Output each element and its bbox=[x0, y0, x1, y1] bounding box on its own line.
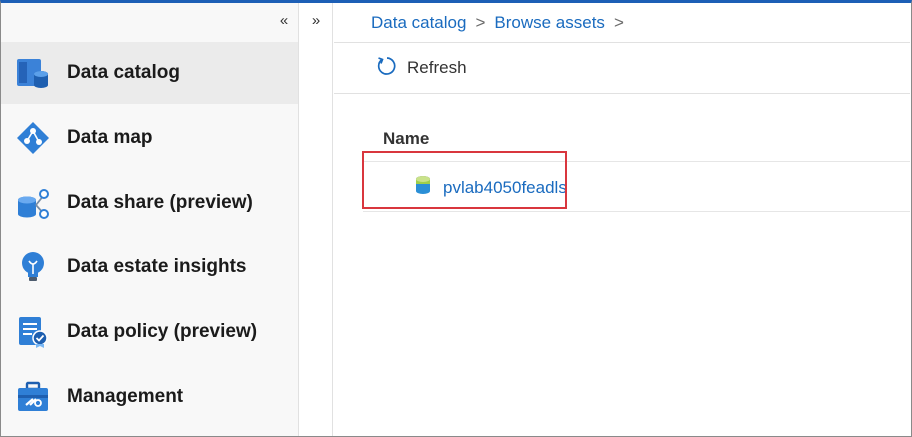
sidebar-item-label: Data estate insights bbox=[67, 256, 247, 277]
breadcrumb-separator: > bbox=[475, 12, 486, 32]
sidebar-item-label: Data map bbox=[67, 127, 153, 148]
asset-name: pvlab4050feadls bbox=[443, 177, 567, 197]
refresh-label: Refresh bbox=[407, 58, 467, 77]
sidebar-item-label: Data policy (preview) bbox=[67, 321, 258, 342]
asset-link[interactable]: pvlab4050feadls bbox=[415, 175, 567, 200]
data-map-icon bbox=[16, 121, 50, 155]
breadcrumb: Data catalog > Browse assets > bbox=[334, 3, 910, 43]
sidebar-item-data-catalog[interactable]: Data catalog bbox=[1, 42, 298, 104]
collapsed-panel-strip: » bbox=[298, 3, 333, 436]
name-column-header[interactable]: Name bbox=[383, 129, 429, 149]
data-lake-storage-icon bbox=[415, 175, 431, 200]
breadcrumb-browse-assets[interactable]: Browse assets bbox=[494, 13, 605, 33]
main-content: Data catalog > Browse assets > Refresh N… bbox=[334, 3, 910, 436]
sidebar-item-management[interactable]: Management bbox=[1, 366, 298, 428]
table-row: pvlab4050feadls bbox=[363, 162, 910, 212]
sidebar-item-data-share[interactable]: Data share (preview) bbox=[1, 172, 298, 234]
sidebar-item-label: Data catalog bbox=[67, 62, 180, 83]
collapse-sidebar-button[interactable]: « bbox=[273, 9, 295, 33]
left-sidebar: « Data catalog Data map Data share (prev… bbox=[1, 3, 298, 436]
sidebar-item-data-map[interactable]: Data map bbox=[1, 107, 298, 169]
data-policy-icon bbox=[16, 315, 50, 349]
refresh-button[interactable]: Refresh bbox=[376, 55, 467, 82]
sidebar-item-label: Management bbox=[67, 386, 184, 407]
breadcrumb-separator: > bbox=[613, 12, 624, 32]
toolbox-icon bbox=[16, 380, 50, 414]
data-share-icon bbox=[16, 186, 50, 220]
data-catalog-icon bbox=[16, 56, 50, 90]
refresh-icon bbox=[376, 55, 398, 82]
breadcrumb-data-catalog[interactable]: Data catalog bbox=[371, 13, 466, 33]
sidebar-item-data-policy[interactable]: Data policy (preview) bbox=[1, 301, 298, 363]
expand-panel-button[interactable]: » bbox=[304, 9, 328, 33]
sidebar-item-data-estate-insights[interactable]: Data estate insights bbox=[1, 236, 298, 298]
toolbar: Refresh bbox=[334, 43, 910, 94]
lightbulb-icon bbox=[16, 250, 50, 284]
sidebar-item-label: Data share (preview) bbox=[67, 192, 253, 213]
